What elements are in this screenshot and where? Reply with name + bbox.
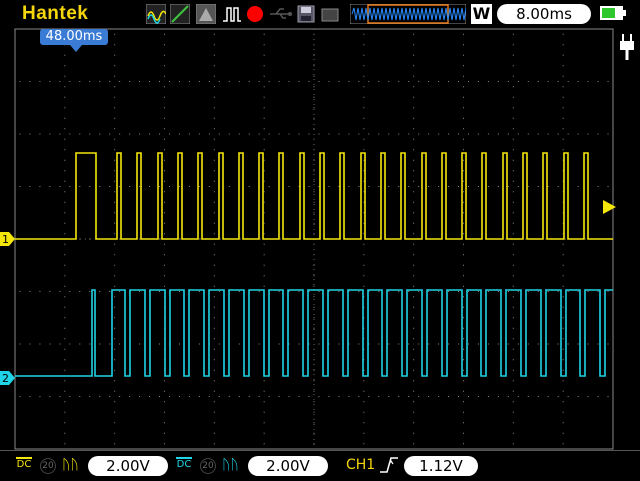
trigger-position-marker[interactable]: 48.00ms xyxy=(40,29,108,45)
ch1-coupling: DC xyxy=(16,459,32,470)
ch2-coupling-label[interactable]: DC xyxy=(176,457,192,470)
ch2-coupling: DC xyxy=(176,459,192,470)
record-icon[interactable] xyxy=(245,4,265,24)
acquire-mode-indicator[interactable]: W xyxy=(471,4,492,24)
ch2-probe-ring: 20 xyxy=(200,458,216,474)
ch1-marker-label: 1 xyxy=(2,233,9,246)
trigger-level-readout[interactable]: 1.12V xyxy=(404,456,478,476)
top-status-bar: Hantek W 8.00ms xyxy=(0,0,640,60)
trigger-source[interactable]: CH1 xyxy=(346,457,375,473)
ch1-probe-ring: 20 xyxy=(40,458,56,474)
ch1-bandwidth-icon: ᚢᚢ xyxy=(62,457,79,473)
waveform-icon[interactable] xyxy=(146,4,166,24)
ch1-marker[interactable]: 1 xyxy=(0,232,15,246)
ch2-marker-label: 2 xyxy=(2,372,9,385)
battery-icon xyxy=(600,6,626,20)
usb-icon xyxy=(270,8,292,19)
brand-logo: Hantek xyxy=(22,3,89,24)
ch1-volts-readout[interactable]: 2.00V xyxy=(88,456,168,476)
bottom-status-bar: DC 20 ᚢᚢ 2.00V DC 20 ᚢᚢ 2.00V CH1 1.12V xyxy=(0,450,640,481)
ch2-marker[interactable]: 2 xyxy=(0,371,15,385)
ch1-coupling-label[interactable]: DC xyxy=(16,457,32,470)
ch2-volts-readout[interactable]: 2.00V xyxy=(248,456,328,476)
save-icon[interactable] xyxy=(296,4,316,24)
trigger-position-arrow xyxy=(70,45,82,52)
power-plug-icon xyxy=(620,34,634,60)
trigger-level-arrow[interactable] xyxy=(603,200,616,214)
line-icon[interactable] xyxy=(170,4,190,24)
scope-display: 12 xyxy=(0,28,616,450)
rising-edge-icon[interactable] xyxy=(378,455,400,475)
timebase-readout[interactable]: 8.00ms xyxy=(497,4,591,24)
zoom-window-icon[interactable] xyxy=(350,4,466,24)
ch2-bandwidth-icon: ᚢᚢ xyxy=(222,457,239,473)
folder-icon[interactable] xyxy=(320,4,340,24)
pulse-icon[interactable] xyxy=(222,4,242,24)
persistence-icon[interactable] xyxy=(196,4,216,24)
ch1-trace xyxy=(15,152,613,240)
waveform-area: 12 xyxy=(0,152,616,385)
ch2-trace xyxy=(15,289,613,377)
